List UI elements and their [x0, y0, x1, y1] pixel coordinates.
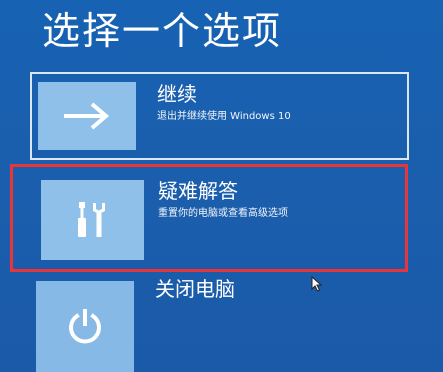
option-continue-label: 继续	[157, 82, 197, 106]
option-shutdown[interactable]: 关闭电脑	[30, 275, 409, 372]
option-troubleshoot-label: 疑难解答	[158, 179, 238, 203]
option-shutdown-tile[interactable]	[36, 281, 134, 372]
power-icon	[64, 306, 106, 348]
option-continue-tile[interactable]	[38, 82, 136, 150]
option-shutdown-label: 关闭电脑	[155, 277, 235, 301]
mouse-pointer-icon	[311, 275, 323, 292]
page-title: 选择一个选项	[42, 9, 283, 53]
option-continue-description: 退出并继续使用 Windows 10	[157, 111, 291, 122]
option-troubleshoot-tile[interactable]	[41, 180, 144, 260]
option-troubleshoot-description: 重置你的电脑或查看高级选项	[158, 208, 288, 219]
screwdriver-wrench-icon	[71, 200, 115, 240]
arrow-right-icon	[64, 101, 110, 131]
option-continue[interactable]: 继续 退出并继续使用 Windows 10	[30, 72, 409, 160]
option-troubleshoot[interactable]: 疑难解答 重置你的电脑或查看高级选项	[10, 164, 408, 272]
